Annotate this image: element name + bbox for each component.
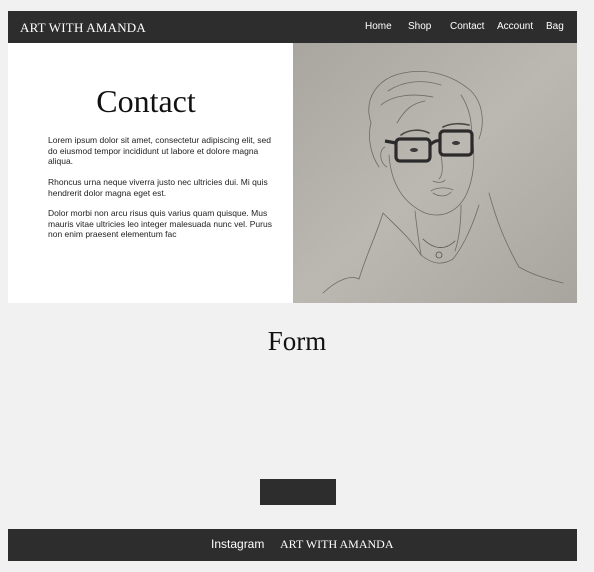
paragraph-3: Dolor morbi non arcu risus quis varius q…: [48, 208, 272, 239]
footer-brand: ART WITH AMANDA: [280, 537, 394, 551]
page-title: Contact: [96, 83, 196, 119]
artwork-image: [293, 43, 577, 303]
nav-bag[interactable]: Bag: [546, 21, 564, 32]
form-title: Form: [267, 326, 327, 356]
brand-logo[interactable]: ART WITH AMANDA: [20, 20, 146, 36]
contact-text-panel: Contact Lorem ipsum dolor sit amet, cons…: [8, 43, 293, 303]
paragraph-2: Rhoncus urna neque viverra justo nec ult…: [48, 177, 268, 198]
site-header: ART WITH AMANDA Home Shop Contact Accoun…: [8, 11, 577, 43]
pencil-sketch-portrait: [293, 43, 577, 303]
submit-button[interactable]: [260, 479, 336, 505]
nav-home[interactable]: Home: [365, 21, 392, 32]
nav-account[interactable]: Account: [497, 21, 533, 32]
instagram-link[interactable]: Instagram: [211, 537, 264, 551]
nav-shop[interactable]: Shop: [408, 21, 431, 32]
site-footer: Instagram ART WITH AMANDA: [8, 529, 577, 561]
nav-contact[interactable]: Contact: [450, 21, 484, 32]
paragraph-1: Lorem ipsum dolor sit amet, consectetur …: [48, 135, 271, 166]
